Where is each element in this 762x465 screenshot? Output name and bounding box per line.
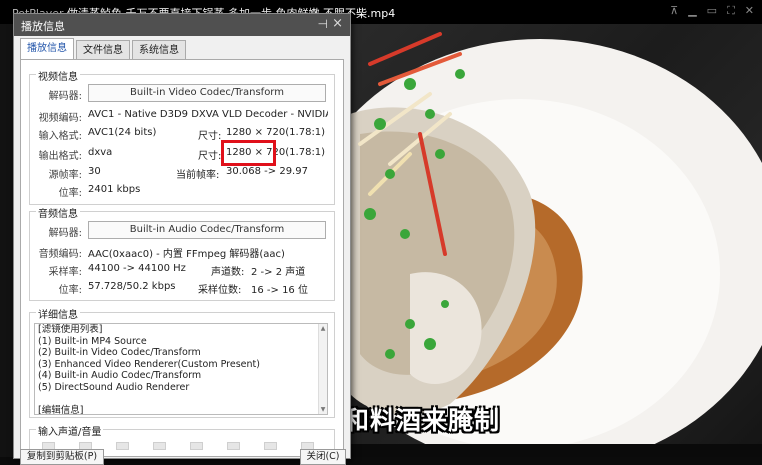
list-item: (4) Built-in Audio Codec/Transform — [38, 370, 202, 381]
sample-rate-value: 44100 -> 44100 Hz — [88, 263, 186, 274]
close-icon[interactable]: × — [332, 16, 343, 31]
input-size-value: 1280 × 720(1.78:1) — [226, 127, 326, 138]
playback-info-dialog: 播放信息 ⊣ × 播放信息 文件信息 系统信息 视频信息 解码器: Built-… — [13, 13, 351, 465]
copy-to-clipboard-button[interactable]: 复制到剪贴板(P) — [20, 449, 104, 465]
channels-label: 声道数: — [211, 267, 245, 278]
list-item: (5) DirectSound Audio Renderer — [38, 381, 190, 393]
list-scrollbar[interactable]: ▲ ▼ — [318, 324, 327, 414]
sample-rate-label: 采样率: — [48, 267, 82, 278]
output-format-value: dxva — [88, 147, 113, 158]
source-fps-value: 30 — [88, 166, 101, 177]
tab-file-info[interactable]: 文件信息 — [76, 40, 130, 60]
current-fps-label: 当前帧率: — [176, 170, 220, 181]
details-group: 详细信息 [滤镜使用列表] (1) Built-in MP4 Source (2… — [29, 306, 335, 418]
input-size-label: 尺寸: — [198, 131, 222, 142]
close-button[interactable]: 关闭(C) — [300, 449, 346, 465]
video-codec-label: 视频编码: — [38, 113, 82, 124]
audio-decoder-button[interactable]: Built-in Audio Codec/Transform — [88, 221, 326, 239]
player-bottom-bar — [350, 444, 762, 457]
list-item: (1) Built-in MP4 Source — [38, 335, 147, 347]
list-item: [编辑信息] — [38, 404, 84, 415]
tab-content-pane: 视频信息 解码器: Built-in Video Codec/Transform… — [20, 59, 344, 457]
tab-playback-info[interactable]: 播放信息 — [20, 38, 74, 60]
video-bitrate-label: 位率: — [58, 188, 82, 199]
video-subtitle: 和料酒来腌制 — [344, 406, 501, 435]
audio-info-group: 音频信息 解码器: Built-in Audio Codec/Transform… — [29, 205, 335, 301]
video-decoder-button[interactable]: Built-in Video Codec/Transform — [88, 84, 326, 102]
filter-list[interactable]: [滤镜使用列表] (1) Built-in MP4 Source (2) Bui… — [34, 323, 328, 415]
audio-bitrate-value: 57.728/50.2 kbps — [88, 281, 176, 292]
list-item: (2) Built-in Video Codec/Transform — [38, 347, 201, 358]
input-format-label: 输入格式: — [38, 131, 82, 142]
video-codec-value: AVC1 - Native D3D9 DXVA VLD Decoder - NV… — [88, 109, 328, 120]
audio-codec-label: 音频编码: — [38, 249, 82, 260]
pin-icon[interactable]: ⊣ — [318, 17, 328, 31]
dialog-title: 播放信息 — [21, 20, 65, 33]
fullscreen-icon[interactable]: ⛶ — [727, 4, 735, 18]
list-item: (3) Enhanced Video Renderer(Custom Prese… — [38, 358, 260, 370]
dialog-tabs: 播放信息 文件信息 系统信息 — [20, 38, 188, 60]
dialog-titlebar[interactable]: 播放信息 ⊣ × — [14, 14, 350, 36]
audio-codec-value: AAC(0xaac0) - 内置 FFmpeg 解码器(aac) — [88, 249, 285, 260]
minimize-icon[interactable]: ▁ — [688, 4, 696, 18]
output-size-label: 尺寸: — [198, 151, 222, 162]
volume-meter — [264, 442, 277, 450]
video-frame[interactable] — [350, 24, 762, 444]
current-fps-value: 30.068 -> 29.97 — [226, 166, 308, 177]
volume-meter — [116, 442, 129, 450]
video-decoder-label: 解码器: — [48, 91, 82, 102]
highlight-box — [221, 140, 276, 166]
details-title: 详细信息 — [36, 306, 80, 321]
scroll-down-icon[interactable]: ▼ — [319, 406, 327, 413]
input-format-value: AVC1(24 bits) — [88, 127, 157, 138]
window-controls: ⊼ ▁ ▭ ⛶ ✕ — [670, 4, 754, 18]
volume-meter — [190, 442, 203, 450]
audio-decoder-label: 解码器: — [48, 228, 82, 239]
tab-system-info[interactable]: 系统信息 — [132, 40, 186, 60]
video-info-title: 视频信息 — [36, 68, 80, 83]
volume-title: 输入声道/音量 — [36, 423, 104, 438]
audio-info-title: 音频信息 — [36, 205, 80, 220]
pin-icon[interactable]: ⊼ — [670, 4, 678, 18]
audio-bitrate-label: 位率: — [58, 285, 82, 296]
video-bitrate-value: 2401 kbps — [88, 184, 141, 195]
source-fps-label: 源帧率: — [48, 170, 82, 181]
volume-meter — [153, 442, 166, 450]
channels-value: 2 -> 2 声道 — [251, 267, 306, 278]
close-icon[interactable]: ✕ — [745, 4, 754, 18]
list-item — [35, 393, 327, 405]
video-frame-image — [350, 32, 762, 444]
maximize-icon[interactable]: ▭ — [707, 4, 717, 18]
output-format-label: 输出格式: — [38, 151, 82, 162]
list-item: [滤镜使用列表] — [38, 324, 103, 335]
video-info-group: 视频信息 解码器: Built-in Video Codec/Transform… — [29, 68, 335, 205]
scroll-up-icon[interactable]: ▲ — [319, 325, 327, 332]
sample-bits-label: 采样位数: — [198, 285, 242, 296]
sample-bits-value: 16 -> 16 位 — [251, 285, 308, 296]
volume-meter — [227, 442, 240, 450]
